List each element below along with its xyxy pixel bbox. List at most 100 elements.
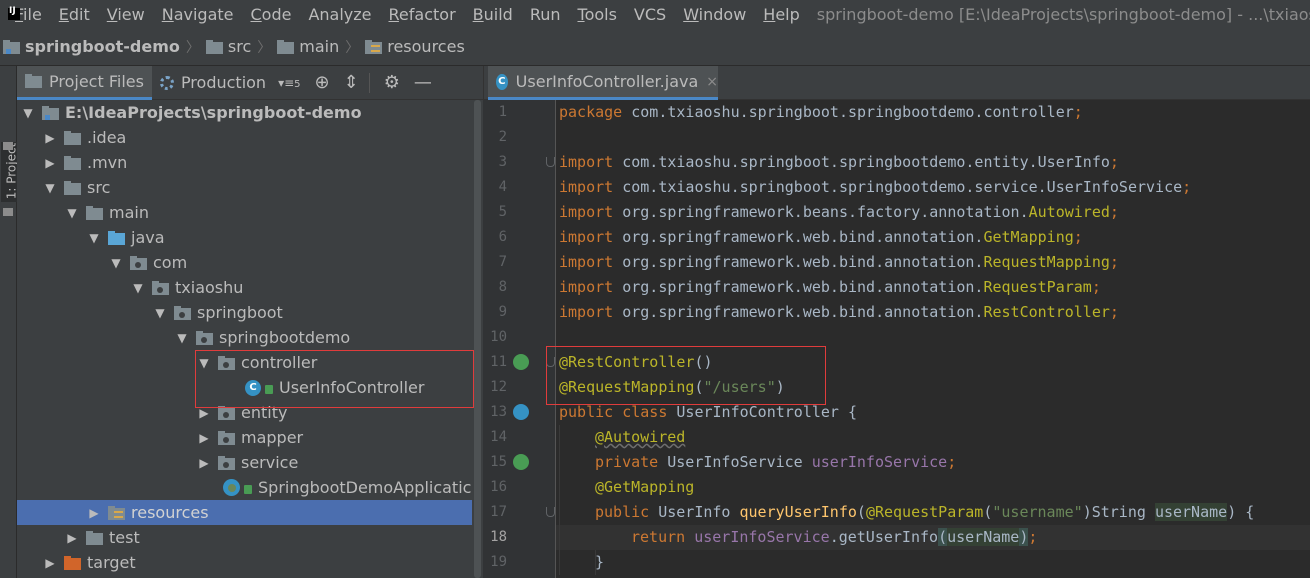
line-number: 7: [498, 254, 507, 270]
menu-vcs[interactable]: VCS: [634, 5, 666, 24]
expand-arrow-icon[interactable]: ▼: [87, 231, 101, 245]
tree-node-test[interactable]: ▶ test: [17, 525, 472, 550]
spring-bean-gutter-icon[interactable]: [513, 354, 529, 370]
tree-node-src[interactable]: ▼ src: [17, 175, 472, 200]
editor-gutter: 1 2 3 4 5 6 7 8 9 10 11 12 13 14 15 16 1…: [483, 100, 580, 578]
collapse-all-icon[interactable]: ⇕: [344, 72, 359, 93]
expand-arrow-icon[interactable]: ▶: [43, 131, 57, 145]
breadcrumb: springboot-demo 〉 src 〉 main 〉 resources: [0, 28, 1310, 66]
line-number: 16: [490, 479, 507, 495]
breadcrumb-project[interactable]: springboot-demo: [3, 37, 180, 56]
close-icon[interactable]: ×: [706, 74, 718, 90]
access-lock-icon: [244, 485, 252, 494]
menu-navigate[interactable]: Navigate: [162, 5, 234, 24]
tree-node-service[interactable]: ▶ service: [17, 450, 472, 475]
line-number: 9: [498, 304, 507, 320]
tab-production[interactable]: Production: [152, 66, 274, 100]
breadcrumb-resources[interactable]: resources: [365, 37, 465, 56]
tree-node-springboot[interactable]: ▼ springboot: [17, 300, 472, 325]
tree-node-mvn[interactable]: ▶ .mvn: [17, 150, 472, 175]
line-number: 19: [490, 554, 507, 570]
editor-tab-userinfocontroller[interactable]: C UserInfoController.java ×: [488, 66, 718, 100]
menu-help[interactable]: Help: [763, 5, 799, 24]
folder-icon: [64, 180, 81, 195]
annotation-highlight-box: [195, 350, 474, 408]
spring-bean-gutter-icon[interactable]: [513, 404, 529, 420]
expand-arrow-icon[interactable]: ▶: [197, 456, 211, 470]
expand-arrow-icon[interactable]: ▼: [43, 181, 57, 195]
tree-node-mapper[interactable]: ▶ mapper: [17, 425, 472, 450]
folder-icon: [86, 205, 103, 220]
annotation-highlight-box: [546, 346, 826, 405]
indent-guide: [559, 425, 560, 575]
expand-arrow-icon[interactable]: ▶: [65, 531, 79, 545]
tree-node-resources[interactable]: ▶ resources: [17, 500, 472, 525]
code-editor[interactable]: package com.txiaoshu.springboot.springbo…: [546, 100, 1310, 578]
menu-window[interactable]: Window: [683, 5, 746, 24]
menu-analyze[interactable]: Analyze: [308, 5, 371, 24]
scrollbar-thumb[interactable]: [474, 100, 481, 578]
line-number: 10: [490, 329, 507, 345]
fold-marker-icon[interactable]: [546, 507, 555, 517]
resources-folder-icon: [365, 39, 383, 54]
menu-refactor[interactable]: Refactor: [389, 5, 456, 24]
tree-node-main[interactable]: ▼ main: [17, 200, 472, 225]
expand-arrow-icon[interactable]: ▶: [43, 556, 57, 570]
project-tree-scrollbar[interactable]: [473, 100, 481, 578]
code-line-18: return userInfoService.getUserInfo(userN…: [631, 528, 1038, 546]
menu-view[interactable]: View: [107, 5, 145, 24]
tree-node-springbootdemo[interactable]: ▼ springbootdemo: [17, 325, 472, 350]
breadcrumb-main[interactable]: main: [277, 37, 339, 56]
line-number: 3: [498, 154, 507, 170]
menu-bar: IJ File Edit View Navigate Code Analyze …: [0, 0, 1310, 28]
production-scope-icon: [159, 75, 174, 90]
project-panel: Project Files Production ▾≡5 ⊕ ⇕ ⚙ — ▼ E…: [17, 65, 483, 578]
code-line-5: import org.springframework.beans.factory…: [559, 203, 1119, 221]
tree-node-txiaoshu[interactable]: ▼ txiaoshu: [17, 275, 472, 300]
expand-arrow-icon[interactable]: ▼: [21, 106, 35, 120]
package-icon: [218, 430, 235, 445]
menu-tools[interactable]: Tools: [578, 5, 617, 24]
code-line-1: package com.txiaoshu.springboot.springbo…: [559, 103, 1083, 121]
expand-arrow-icon[interactable]: ▼: [153, 306, 167, 320]
fold-marker-icon[interactable]: [546, 157, 555, 167]
breadcrumb-src[interactable]: src: [205, 37, 251, 56]
more-views-dropdown[interactable]: ▾≡5: [278, 76, 300, 90]
tree-node-root[interactable]: ▼ E:\IdeaProjects\springboot-demo: [17, 100, 472, 125]
expand-arrow-icon[interactable]: ▼: [109, 256, 123, 270]
menu-build[interactable]: Build: [473, 5, 513, 24]
code-line-16: @GetMapping: [595, 478, 695, 496]
tab-project-files[interactable]: Project Files: [17, 65, 152, 100]
menu-edit[interactable]: Edit: [59, 5, 90, 24]
code-line-9: import org.springframework.web.bind.anno…: [559, 303, 1119, 321]
autowired-gutter-icon[interactable]: [513, 454, 529, 470]
menu-run[interactable]: Run: [530, 5, 561, 24]
hide-panel-icon[interactable]: —: [414, 72, 432, 93]
tree-node-java[interactable]: ▼ java: [17, 225, 472, 250]
line-number: 17: [490, 504, 507, 520]
tree-node-idea[interactable]: ▶ .idea: [17, 125, 472, 150]
expand-arrow-icon[interactable]: ▼: [175, 331, 189, 345]
expand-arrow-icon[interactable]: ▶: [197, 431, 211, 445]
expand-arrow-icon[interactable]: ▼: [131, 281, 145, 295]
package-icon: [152, 280, 169, 295]
tree-node-springbootdemoapplication[interactable]: SpringbootDemoApplicatic: [17, 475, 472, 500]
expand-arrow-icon[interactable]: ▶: [43, 156, 57, 170]
settings-gear-icon[interactable]: ⚙: [384, 72, 400, 93]
expand-arrow-icon[interactable]: ▶: [87, 506, 101, 520]
module-folder-icon: [42, 105, 59, 120]
header-divider: [368, 72, 370, 93]
package-icon: [196, 330, 213, 345]
folder-icon: [64, 130, 81, 145]
menu-code[interactable]: Code: [251, 5, 292, 24]
line-number: 15: [490, 454, 507, 470]
locate-file-icon[interactable]: ⊕: [315, 72, 330, 93]
tree-node-com[interactable]: ▼ com: [17, 250, 472, 275]
expand-arrow-icon[interactable]: ▼: [65, 206, 79, 220]
line-number: 12: [490, 379, 507, 395]
line-number: 8: [498, 279, 507, 295]
line-number: 14: [490, 429, 507, 445]
module-folder-icon: [3, 39, 20, 54]
project-tool-tab[interactable]: 1: Project: [1, 142, 18, 202]
tree-node-target[interactable]: ▶ target: [17, 550, 472, 575]
